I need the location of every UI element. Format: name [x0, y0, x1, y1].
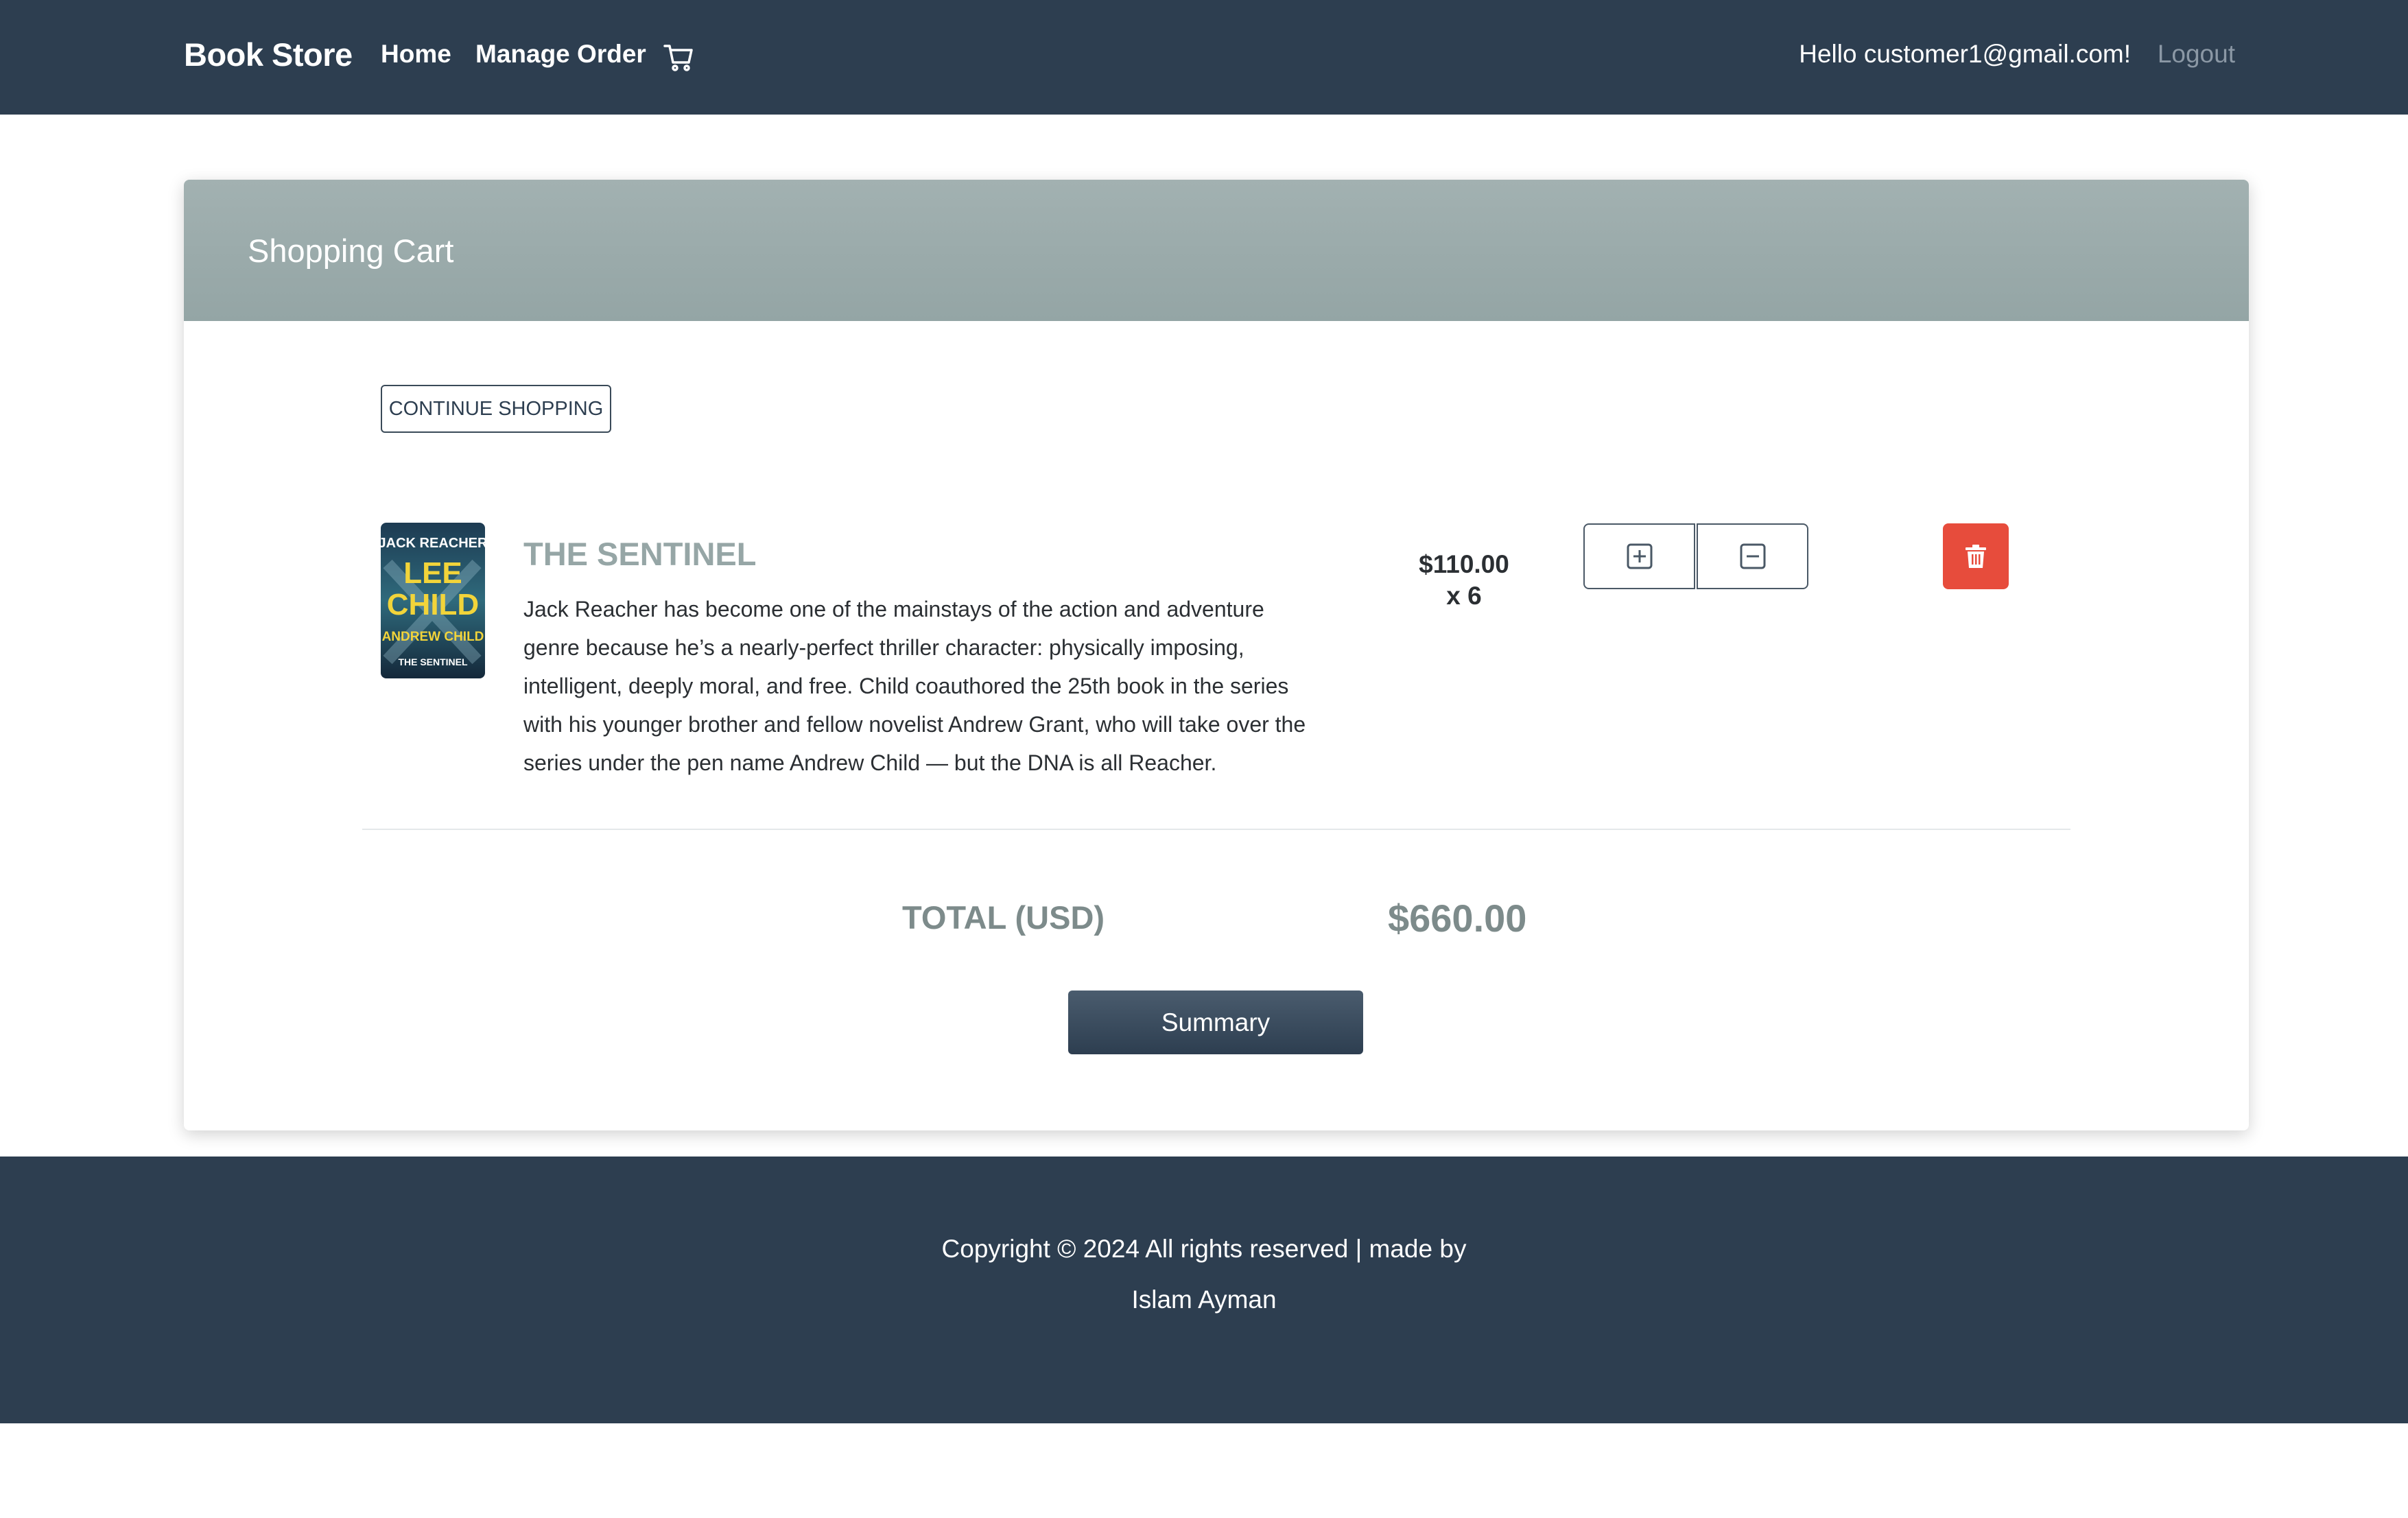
continue-shopping-button[interactable]: CONTINUE SHOPPING: [381, 385, 611, 433]
minus-square-icon: [1740, 543, 1765, 569]
increase-quantity-button[interactable]: [1583, 523, 1695, 589]
cover-title: THE SENTINEL: [398, 656, 468, 667]
nav-manage-order-link[interactable]: Manage Order: [475, 40, 646, 69]
item-title: THE SENTINEL: [523, 536, 757, 572]
item-price-qty: $110.00 x 6: [1395, 549, 1533, 612]
footer-author: Islam Ayman: [1131, 1285, 1277, 1314]
summary-button[interactable]: Summary: [1068, 991, 1363, 1054]
item-description: Jack Reacher has become one of the mains…: [523, 597, 1306, 775]
total-value: $660.00: [1388, 897, 1527, 940]
user-greeting: Hello customer1@gmail.com!: [1799, 40, 2131, 68]
card-header: Shopping Cart: [184, 180, 2249, 321]
total-label: TOTAL (USD): [902, 899, 1105, 936]
cover-author-first: LEE: [403, 556, 462, 590]
plus-square-icon: [1627, 543, 1652, 569]
item-price: $110.00: [1419, 550, 1509, 578]
nav-home-link[interactable]: Home: [381, 40, 451, 69]
cart-title: Shopping Cart: [248, 233, 454, 269]
item-quantity: x 6: [1446, 582, 1482, 610]
shopping-cart-card: Shopping Cart CONTINUE SHOPPING JACK REA…: [184, 180, 2249, 1130]
cover-author-last: CHILD: [387, 588, 479, 621]
trash-icon: [1966, 545, 1986, 568]
footer-copyright: Copyright © 2024 All rights reserved | m…: [941, 1235, 1467, 1263]
decrease-quantity-button[interactable]: [1697, 523, 1808, 589]
navbar: Book Store Home Manage Order Hello custo…: [0, 0, 2408, 115]
brand-link[interactable]: Book Store: [184, 36, 353, 73]
cover-coauthor: ANDREW CHILD: [382, 630, 484, 644]
cart-icon[interactable]: [663, 43, 694, 73]
divider: [362, 829, 2070, 830]
delete-item-button[interactable]: [1943, 523, 2009, 589]
book-cover-image: JACK REACHER LEE CHILD ANDREW CHILD THE …: [381, 523, 485, 678]
logout-link[interactable]: Logout: [2158, 40, 2235, 69]
cover-series-text: JACK REACHER: [381, 536, 485, 551]
